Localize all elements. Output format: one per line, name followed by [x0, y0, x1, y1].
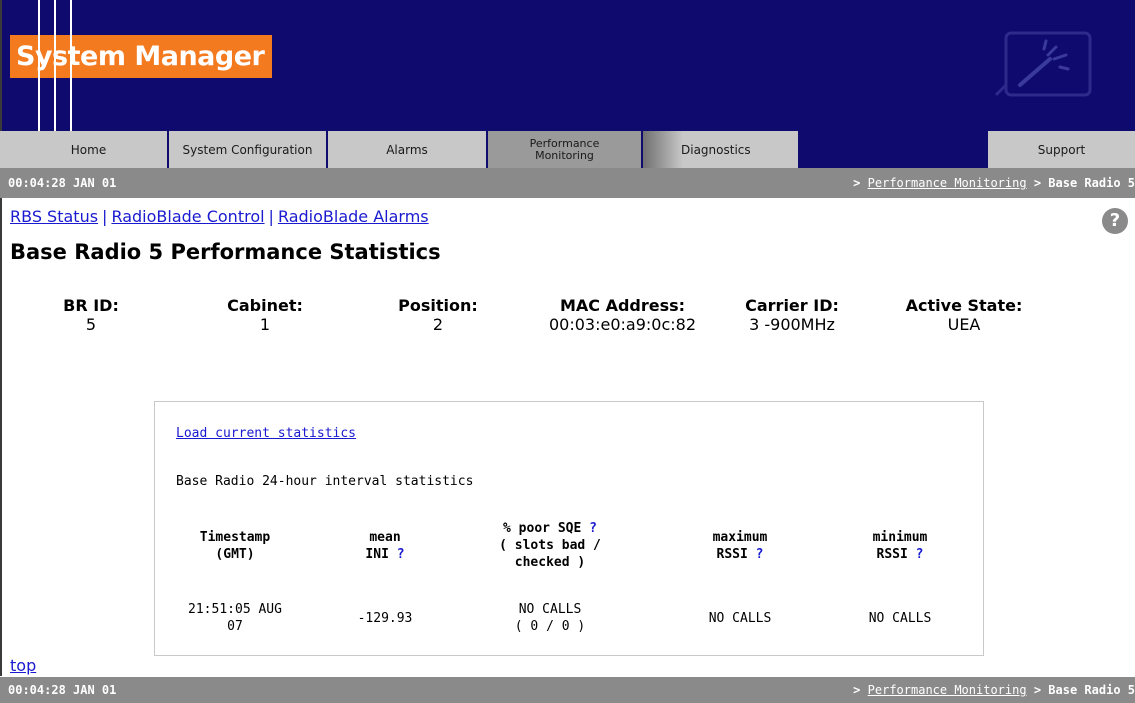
- breadcrumb: > Performance Monitoring > Base Radio 5: [853, 168, 1135, 198]
- tab-performance-monitoring[interactable]: Performance Monitoring: [488, 131, 643, 168]
- link-separator: |: [268, 207, 274, 226]
- breadcrumb-performance-monitoring-link[interactable]: Performance Monitoring: [868, 176, 1027, 190]
- decor-line: [70, 35, 72, 78]
- cell-line: NO CALLS: [518, 602, 582, 617]
- max-rssi-help-icon[interactable]: ?: [756, 547, 764, 562]
- breadcrumb-arrow: >: [853, 176, 861, 190]
- position-field: Position: 2: [378, 296, 498, 334]
- header-line: INI: [365, 547, 389, 562]
- header-line: maximum: [712, 530, 768, 545]
- br-id-field: BR ID: 5: [40, 296, 142, 334]
- header-line: minimum: [872, 530, 928, 545]
- tab-label: Home: [70, 142, 107, 157]
- breadcrumb-current: Base Radio 5: [1048, 683, 1135, 697]
- mean-ini-help-icon[interactable]: ?: [397, 547, 405, 562]
- header-line: ( slots bad /: [499, 538, 601, 553]
- cell-poor-sqe: NO CALLS ( 0 / 0 ): [475, 601, 625, 635]
- tab-home[interactable]: Home: [0, 131, 169, 168]
- header-line: % poor SQE: [503, 521, 582, 536]
- cell-minimum-rssi: NO CALLS: [868, 611, 932, 626]
- breadcrumb-arrow: >: [853, 683, 861, 697]
- cabinet-label: Cabinet:: [227, 296, 303, 315]
- cell-maximum-rssi: NO CALLS: [708, 611, 772, 626]
- tab-label-line2: Monitoring: [535, 148, 594, 162]
- link-separator: |: [102, 207, 108, 226]
- mac-address-label: MAC Address:: [559, 296, 686, 315]
- tab-diagnostics[interactable]: Diagnostics: [643, 131, 800, 168]
- position-label: Position:: [398, 296, 478, 315]
- cell-line: 21:51:05 AUG: [188, 602, 282, 617]
- header-line: Timestamp: [199, 530, 271, 545]
- decor-line: [38, 35, 40, 78]
- cell-timestamp: 21:51:05 AUG 07: [160, 601, 310, 635]
- column-header-mean-ini: mean INI ?: [330, 529, 440, 563]
- mac-address-value: 00:03:e0:a9:0c:82: [548, 315, 696, 334]
- sub-navigation: RBS Status | RadioBlade Control | RadioBlade…: [10, 207, 429, 226]
- page-title: Base Radio 5 Performance Statistics: [10, 240, 441, 264]
- tab-label-line1: Performance: [529, 136, 600, 150]
- breadcrumb-performance-monitoring-link[interactable]: Performance Monitoring: [868, 683, 1027, 697]
- radioblade-alarms-link[interactable]: RadioBlade Alarms: [278, 207, 429, 226]
- active-state-label: Active State:: [905, 296, 1023, 315]
- cell-line: 07: [227, 619, 243, 634]
- help-icon[interactable]: ?: [1102, 208, 1128, 234]
- status-bar-bottom: 00:04:28 JAN 01 > Performance Monitoring…: [0, 677, 1135, 703]
- br-id-label: BR ID:: [63, 296, 119, 315]
- load-current-statistics-link[interactable]: Load current statistics: [176, 426, 356, 441]
- statistics-panel: Load current statistics Base Radio 24-ho…: [154, 401, 984, 656]
- cabinet-field: Cabinet: 1: [205, 296, 325, 334]
- status-bar-top: 00:04:28 JAN 01 > Performance Monitoring…: [0, 168, 1135, 198]
- header-line: RSSI: [716, 547, 748, 562]
- main-nav: Home System Configuration Alarms Perform…: [0, 131, 1135, 168]
- app-title-logo: System Manager: [10, 35, 272, 78]
- poor-sqe-help-icon[interactable]: ?: [589, 521, 597, 536]
- carrier-id-label: Carrier ID:: [745, 296, 839, 315]
- br-id-value: 5: [85, 315, 97, 334]
- header-banner: System Manager: [0, 0, 1135, 131]
- carrier-id-field: Carrier ID: 3 -900MHz: [728, 296, 856, 334]
- header-line: mean: [369, 530, 401, 545]
- left-border: [0, 198, 2, 676]
- interval-statistics-title: Base Radio 24-hour interval statistics: [176, 474, 474, 489]
- carrier-id-value: 3 -900MHz: [749, 315, 835, 334]
- header-line: checked ): [514, 555, 586, 570]
- tab-label: Alarms: [386, 142, 428, 157]
- tab-label: System Configuration: [182, 142, 313, 157]
- tab-support[interactable]: Support: [988, 131, 1135, 168]
- active-state-field: Active State: UEA: [884, 296, 1044, 334]
- decor-line: [54, 35, 56, 78]
- min-rssi-help-icon[interactable]: ?: [916, 547, 924, 562]
- cell-mean-ini: -129.93: [357, 611, 413, 626]
- cell-line: ( 0 / 0 ): [514, 619, 586, 634]
- tab-alarms[interactable]: Alarms: [328, 131, 488, 168]
- status-clock: 00:04:28 JAN 01: [8, 176, 117, 190]
- breadcrumb: > Performance Monitoring > Base Radio 5: [853, 677, 1135, 703]
- tab-system-configuration[interactable]: System Configuration: [169, 131, 328, 168]
- header-line: RSSI: [876, 547, 908, 562]
- breadcrumb-current: Base Radio 5: [1048, 176, 1135, 190]
- column-header-minimum-rssi: minimum RSSI ?: [825, 529, 975, 563]
- breadcrumb-arrow: >: [1033, 683, 1042, 697]
- cabinet-value: 1: [259, 315, 271, 334]
- rbs-status-link[interactable]: RBS Status: [10, 207, 98, 226]
- brand-logo-icon: [994, 31, 1092, 97]
- header-line: (GMT): [215, 547, 255, 562]
- active-state-value: UEA: [947, 315, 981, 334]
- radioblade-control-link[interactable]: RadioBlade Control: [111, 207, 264, 226]
- tab-label: Diagnostics: [681, 142, 751, 157]
- column-header-timestamp: Timestamp (GMT): [160, 529, 310, 563]
- back-to-top-link[interactable]: top: [10, 656, 36, 675]
- column-header-maximum-rssi: maximum RSSI ?: [665, 529, 815, 563]
- tab-label: Support: [1037, 142, 1086, 157]
- column-header-poor-sqe: % poor SQE ? ( slots bad / checked ): [475, 520, 625, 571]
- mac-address-field: MAC Address: 00:03:e0:a9:0c:82: [520, 296, 725, 334]
- breadcrumb-arrow: >: [1033, 176, 1042, 190]
- status-clock: 00:04:28 JAN 01: [8, 683, 117, 697]
- position-value: 2: [432, 315, 444, 334]
